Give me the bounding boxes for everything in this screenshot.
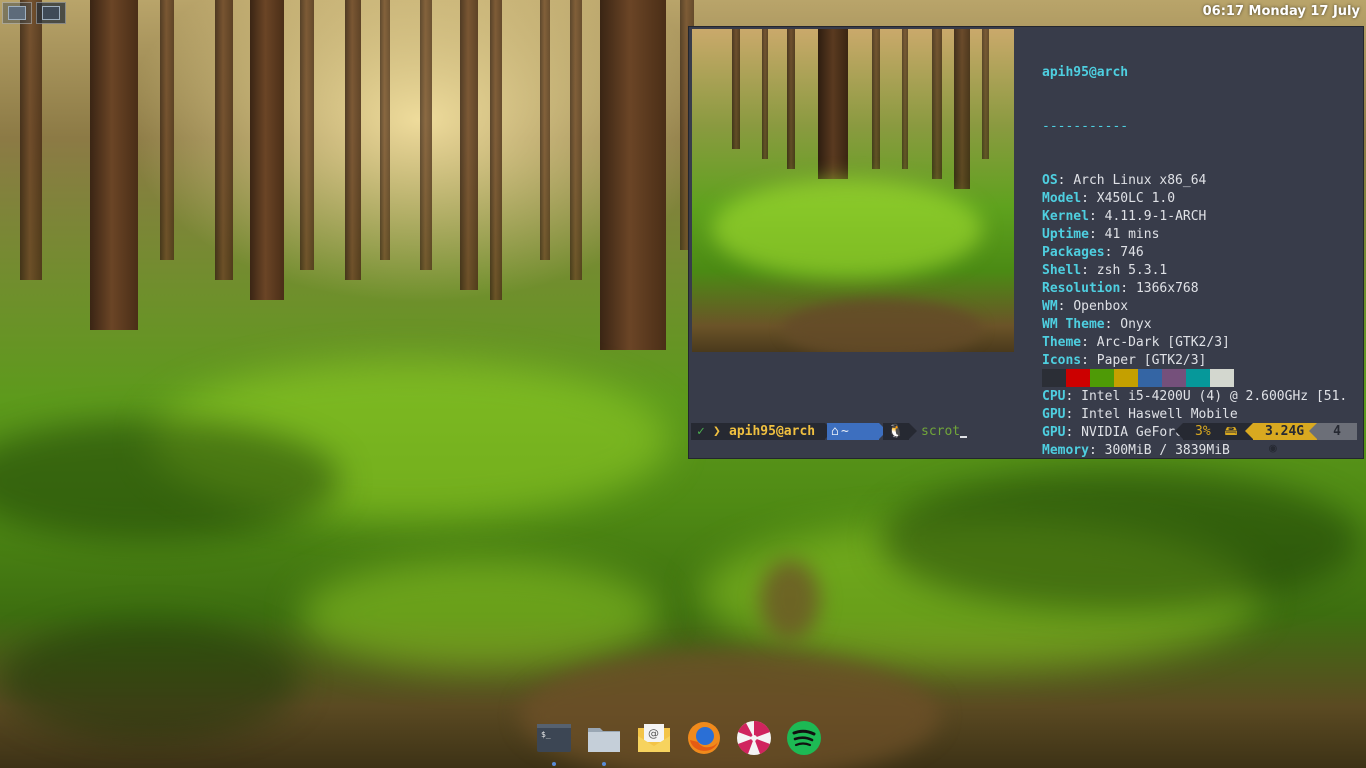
- home-icon: ⌂: [831, 424, 839, 439]
- neofetch-value: Openbox: [1073, 299, 1129, 314]
- neofetch-key: WM Theme: [1042, 317, 1105, 332]
- terminal-icon: $_: [537, 724, 571, 752]
- neofetch-row: GPU: Intel Haswell Mobile: [1042, 407, 1238, 422]
- neofetch-row: Icons: Paper [GTK2/3]: [1042, 353, 1207, 368]
- neofetch-row: Model: X450LC 1.0: [1042, 191, 1176, 206]
- neofetch-row: Memory: 300MiB / 3839MiB: [1042, 443, 1230, 458]
- clock[interactable]: 06:17 Monday 17 July: [1203, 4, 1360, 19]
- workspace-1[interactable]: [2, 2, 32, 24]
- neofetch-value: 41 mins: [1104, 227, 1160, 242]
- svg-text:@: @: [648, 727, 659, 740]
- palette-swatch: [1138, 369, 1162, 387]
- prompt-directory: ⌂ ~: [827, 423, 879, 440]
- dock-firefox[interactable]: [686, 720, 722, 756]
- neofetch-rows: OS: Arch Linux x86_64 Model: X450LC 1.0 Ke…: [1042, 172, 1347, 460]
- memory-usage: 3.24G ◉: [1253, 423, 1317, 456]
- neofetch-value: 746: [1120, 245, 1144, 260]
- window-thumbnail: [42, 6, 60, 20]
- memory-usage-value: 3.24G: [1265, 424, 1305, 439]
- disk-usage: 3% 🖴: [1183, 423, 1253, 440]
- palette-swatch: [1186, 369, 1210, 387]
- tux-icon: 🐧: [883, 423, 909, 440]
- neofetch-row: Shell: zsh 5.3.1: [1042, 263, 1168, 278]
- neofetch-row: CPU: Intel i5-4200U (4) @ 2.600GHz [51.: [1042, 389, 1348, 404]
- neofetch-key: Kernel: [1042, 209, 1089, 224]
- dock-spotify[interactable]: [786, 720, 822, 756]
- neofetch-value: Intel Haswell Mobile: [1081, 407, 1238, 422]
- neofetch-row: WM Theme: Onyx: [1042, 317, 1152, 332]
- neofetch-row: Packages: 746: [1042, 245, 1144, 260]
- neofetch-value: Onyx: [1120, 317, 1152, 332]
- dock-lollypop[interactable]: [736, 720, 772, 756]
- disk-usage-value: 3%: [1195, 424, 1211, 439]
- neofetch-title: apih95@arch: [1042, 65, 1129, 80]
- neofetch-value: Arc-Dark [GTK2/3]: [1096, 335, 1230, 350]
- lollypop-icon: [737, 720, 771, 755]
- palette-swatch: [1090, 369, 1114, 387]
- neofetch-row: OS: Arch Linux x86_64: [1042, 173, 1207, 188]
- palette-swatch: [1066, 369, 1090, 387]
- neofetch-key: CPU: [1042, 389, 1066, 404]
- text-cursor: [960, 423, 968, 438]
- neofetch-row: Kernel: 4.11.9-1-ARCH: [1042, 209, 1207, 224]
- file-manager-icon: [588, 728, 620, 752]
- disk-icon: 🖴: [1224, 424, 1238, 439]
- neofetch-row: Theme: Arc-Dark [GTK2/3]: [1042, 335, 1230, 350]
- shell-prompt[interactable]: ✓ ❯ apih95@arch ⌂ ~ 🐧 scrot 3% 🖴 3.24G ◉…: [691, 423, 1361, 456]
- dock-mail[interactable]: @: [636, 720, 672, 756]
- neofetch-separator: -----------: [1042, 119, 1129, 134]
- neofetch-key: Uptime: [1042, 227, 1089, 242]
- prompt-user-host: apih95@arch: [721, 423, 825, 440]
- neofetch-key: Icons: [1042, 353, 1082, 368]
- neofetch-key: GPU: [1042, 407, 1066, 422]
- svg-text:$_: $_: [541, 730, 551, 739]
- neofetch-row: Uptime: 41 mins: [1042, 227, 1160, 242]
- neofetch-key: Theme: [1042, 335, 1082, 350]
- color-palette: [1042, 369, 1234, 387]
- spotify-icon: [787, 721, 821, 755]
- neofetch-value: zsh 5.3.1: [1096, 263, 1168, 278]
- command-input[interactable]: scrot: [921, 423, 968, 440]
- jobs-count: 4: [1317, 423, 1357, 440]
- running-indicator: [552, 762, 556, 766]
- neofetch-value: Intel i5-4200U (4) @ 2.600GHz [51.: [1081, 389, 1348, 404]
- palette-swatch: [1162, 369, 1186, 387]
- neofetch-key: OS: [1042, 173, 1058, 188]
- neofetch-value: 4.11.9-1-ARCH: [1104, 209, 1207, 224]
- terminal-window[interactable]: apih95@arch ----------- OS: Arch Linux x…: [688, 26, 1364, 459]
- prompt-dir-label: ~: [841, 424, 849, 439]
- palette-swatch: [1042, 369, 1066, 387]
- memory-icon: ◉: [1269, 441, 1277, 456]
- neofetch-row: Resolution: 1366x768: [1042, 281, 1199, 296]
- window-thumbnail: [8, 6, 26, 20]
- workspace-2[interactable]: [36, 2, 66, 24]
- dock-file-manager[interactable]: [586, 720, 622, 766]
- neofetch-key: Model: [1042, 191, 1082, 206]
- neofetch-value: 1366x768: [1135, 281, 1199, 296]
- neofetch-row: WM: Openbox: [1042, 299, 1129, 314]
- neofetch-value: Arch Linux x86_64: [1073, 173, 1207, 188]
- neofetch-value: 300MiB / 3839MiB: [1104, 443, 1230, 458]
- neofetch-key: WM: [1042, 299, 1058, 314]
- neofetch-value: X450LC 1.0: [1096, 191, 1176, 206]
- neofetch-key: Memory: [1042, 443, 1089, 458]
- workspace-pager: [2, 2, 66, 24]
- neofetch-image: [692, 29, 1014, 352]
- neofetch-value: Paper [GTK2/3]: [1096, 353, 1207, 368]
- dock: $_ @: [536, 720, 822, 766]
- firefox-icon: [688, 722, 720, 754]
- command-text: scrot: [921, 424, 961, 439]
- palette-swatch: [1210, 369, 1234, 387]
- neofetch-key: Packages: [1042, 245, 1105, 260]
- dock-terminal[interactable]: $_: [536, 720, 572, 766]
- neofetch-key: Resolution: [1042, 281, 1121, 296]
- running-indicator: [602, 762, 606, 766]
- mail-icon: @: [638, 724, 670, 752]
- neofetch-key: Shell: [1042, 263, 1082, 278]
- palette-swatch: [1114, 369, 1138, 387]
